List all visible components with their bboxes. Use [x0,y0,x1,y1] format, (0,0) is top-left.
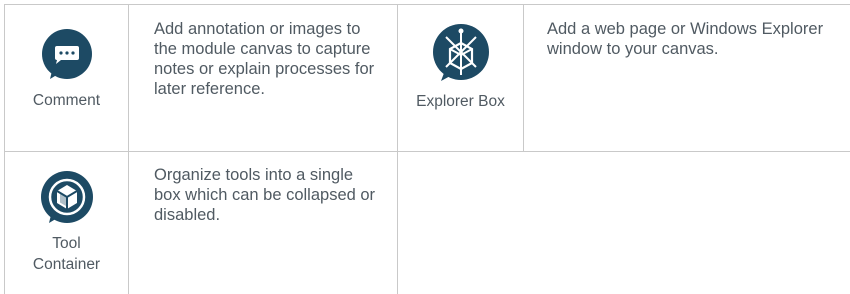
tool-name: Tool Container [32,235,101,273]
tool-icon-cell-comment: Comment [5,20,128,111]
grid-line [4,151,850,152]
tool-name: Comment [32,92,101,109]
explorer-box-icon [427,18,495,86]
tool-description: Organize tools into a single box which c… [154,166,376,224]
tool-container-icon [33,163,101,231]
tool-description: Add a web page or Windows Explorer windo… [547,20,824,58]
comment-bubble-icon [33,20,101,88]
tool-name: Explorer Box [416,93,505,110]
tool-description: Add annotation or images to the module c… [154,20,375,98]
tool-icon-cell-tool-container: Tool Container [5,163,128,275]
grid-line [128,4,129,294]
grid-line [4,4,850,5]
tool-table: Comment Add annotation or images to the … [0,0,850,294]
grid-line [523,4,524,151]
tool-icon-cell-explorer-box: Explorer Box [398,18,523,112]
